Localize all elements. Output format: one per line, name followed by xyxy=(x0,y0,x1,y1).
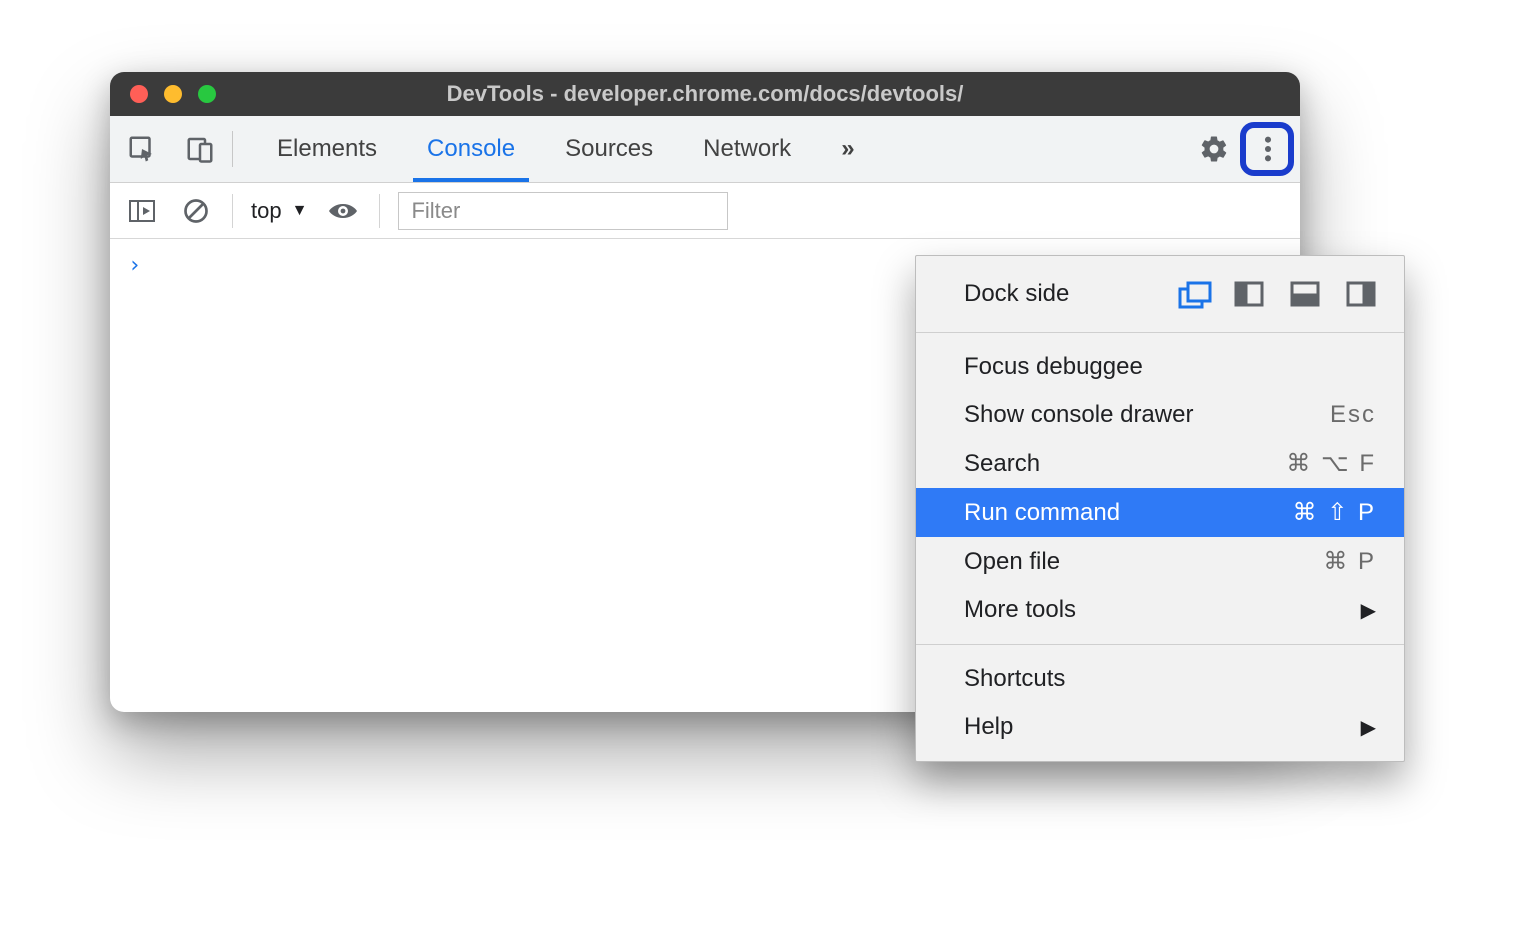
tab-elements[interactable]: Elements xyxy=(271,117,383,181)
devtools-window: DevTools - developer.chrome.com/docs/dev… xyxy=(110,72,1300,712)
tab-console[interactable]: Console xyxy=(421,117,521,181)
live-expression-icon[interactable] xyxy=(325,193,361,229)
menu-item-shortcut: ⌘ ⌥ F xyxy=(1286,449,1376,478)
menu-item-shortcut: Esc xyxy=(1330,401,1376,429)
main-toolbar: Elements Console Sources Network » xyxy=(110,116,1300,183)
menu-item-shortcuts[interactable]: Shortcuts xyxy=(916,655,1404,703)
dock-left-icon[interactable] xyxy=(1234,281,1264,307)
toggle-sidebar-icon[interactable] xyxy=(124,193,160,229)
menu-item-label: Run command xyxy=(964,499,1120,527)
menu-item-label: Focus debuggee xyxy=(964,353,1143,381)
options-menu: Dock side xyxy=(915,255,1405,762)
filter-input[interactable] xyxy=(398,192,728,230)
subbar-divider-2 xyxy=(379,194,380,228)
menu-item-label: More tools xyxy=(964,596,1076,624)
menu-section-main: Focus debuggee Show console drawer Esc Sear… xyxy=(916,333,1404,645)
menu-item-focus-debuggee[interactable]: Focus debuggee xyxy=(916,343,1404,391)
context-label: top xyxy=(251,198,282,224)
subbar-divider xyxy=(232,194,233,228)
menu-item-label: Show console drawer xyxy=(964,401,1193,429)
dock-right-icon[interactable] xyxy=(1346,281,1376,307)
close-window-button[interactable] xyxy=(130,85,148,103)
tab-network[interactable]: Network xyxy=(697,117,797,181)
menu-item-help[interactable]: Help ▶ xyxy=(916,703,1404,751)
titlebar: DevTools - developer.chrome.com/docs/dev… xyxy=(110,72,1300,116)
menu-item-label: Open file xyxy=(964,548,1060,576)
console-prompt-icon: › xyxy=(128,253,141,278)
inspect-element-icon[interactable] xyxy=(124,131,160,167)
minimize-window-button[interactable] xyxy=(164,85,182,103)
console-toolbar: top ▼ xyxy=(110,183,1300,239)
menu-item-more-tools[interactable]: More tools ▶ xyxy=(916,586,1404,634)
menu-item-show-console-drawer[interactable]: Show console drawer Esc xyxy=(916,391,1404,439)
menu-item-shortcut: ⌘ P xyxy=(1323,547,1376,576)
submenu-arrow-icon: ▶ xyxy=(1361,715,1376,740)
dock-undock-icon[interactable] xyxy=(1178,281,1208,307)
menu-section-help: Shortcuts Help ▶ xyxy=(916,645,1404,761)
traffic-lights xyxy=(110,85,216,103)
dock-bottom-icon[interactable] xyxy=(1290,281,1320,307)
more-options-icon[interactable] xyxy=(1250,131,1286,167)
menu-item-run-command[interactable]: Run command ⌘ ⇧ P xyxy=(916,488,1404,537)
tab-overflow[interactable]: » xyxy=(835,117,860,181)
toolbar-divider xyxy=(232,131,233,167)
device-toggle-icon[interactable] xyxy=(182,131,218,167)
menu-item-label: Shortcuts xyxy=(964,665,1065,693)
settings-icon[interactable] xyxy=(1196,131,1232,167)
window-title: DevTools - developer.chrome.com/docs/dev… xyxy=(110,81,1300,107)
submenu-arrow-icon: ▶ xyxy=(1361,598,1376,623)
dock-side-label: Dock side xyxy=(964,280,1069,308)
panel-tabs: Elements Console Sources Network » xyxy=(271,117,861,181)
menu-item-search[interactable]: Search ⌘ ⌥ F xyxy=(916,439,1404,488)
clear-console-icon[interactable] xyxy=(178,193,214,229)
tab-sources[interactable]: Sources xyxy=(559,117,659,181)
menu-item-label: Search xyxy=(964,450,1040,478)
menu-item-shortcut: ⌘ ⇧ P xyxy=(1293,498,1376,527)
dropdown-arrow-icon: ▼ xyxy=(292,202,308,220)
zoom-window-button[interactable] xyxy=(198,85,216,103)
context-selector[interactable]: top ▼ xyxy=(251,198,307,224)
menu-item-open-file[interactable]: Open file ⌘ P xyxy=(916,537,1404,586)
dock-side-row: Dock side xyxy=(916,266,1404,322)
menu-item-label: Help xyxy=(964,713,1013,741)
